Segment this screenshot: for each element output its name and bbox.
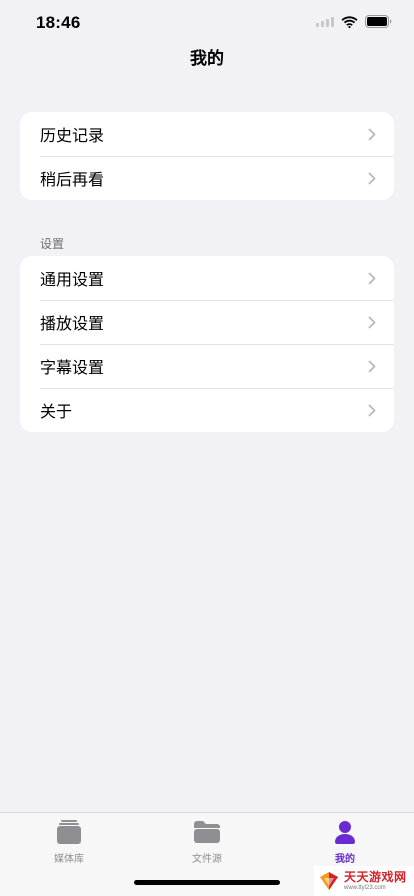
watermark: 天天游戏网 www.ttyl23.com: [314, 866, 414, 896]
tab-me[interactable]: 我的: [276, 819, 414, 869]
tab-media-library[interactable]: 媒体库: [0, 819, 138, 869]
chevron-right-icon: [368, 128, 376, 140]
subtitle-settings-row[interactable]: 字幕设置: [20, 344, 394, 388]
folder-icon: [193, 819, 221, 845]
tab-label: 我的: [335, 854, 355, 865]
about-label: 关于: [40, 402, 73, 421]
battery-icon: [365, 15, 392, 28]
about-row[interactable]: 关于: [20, 388, 394, 432]
chevron-right-icon: [368, 316, 376, 328]
status-bar: 18:46: [0, 0, 414, 44]
general-settings-label: 通用设置: [40, 270, 105, 289]
tab-label: 媒体库: [54, 854, 84, 865]
stack-icon: [55, 819, 83, 845]
history-row[interactable]: 历史记录: [20, 112, 394, 156]
watch-later-row[interactable]: 稍后再看: [20, 156, 394, 200]
watermark-text: 天天游戏网: [344, 870, 407, 884]
chevron-right-icon: [368, 172, 376, 184]
subtitle-settings-label: 字幕设置: [40, 358, 105, 377]
playback-settings-label: 播放设置: [40, 314, 105, 333]
general-settings-row[interactable]: 通用设置: [20, 256, 394, 300]
status-time: 18:46: [36, 13, 81, 32]
status-icons: [316, 15, 392, 28]
history-group: 历史记录 稍后再看: [20, 112, 394, 200]
playback-settings-row[interactable]: 播放设置: [20, 300, 394, 344]
person-icon: [331, 819, 359, 845]
watermark-url: www.ttyl23.com: [344, 885, 386, 891]
chevron-right-icon: [368, 272, 376, 284]
tab-file-sources[interactable]: 文件源: [138, 819, 276, 869]
watch-later-label: 稍后再看: [40, 170, 105, 189]
watermark-logo-icon: [320, 872, 338, 890]
history-label: 历史记录: [40, 126, 105, 145]
home-indicator: [134, 880, 280, 885]
cellular-signal-icon: [316, 16, 334, 27]
settings-group: 通用设置 播放设置 字幕设置 关于: [20, 256, 394, 432]
chevron-right-icon: [368, 360, 376, 372]
settings-section-header: 设置: [40, 237, 65, 251]
tab-label: 文件源: [192, 854, 222, 865]
chevron-right-icon: [368, 404, 376, 416]
wifi-icon: [341, 15, 358, 28]
page-title: 我的: [190, 49, 224, 69]
